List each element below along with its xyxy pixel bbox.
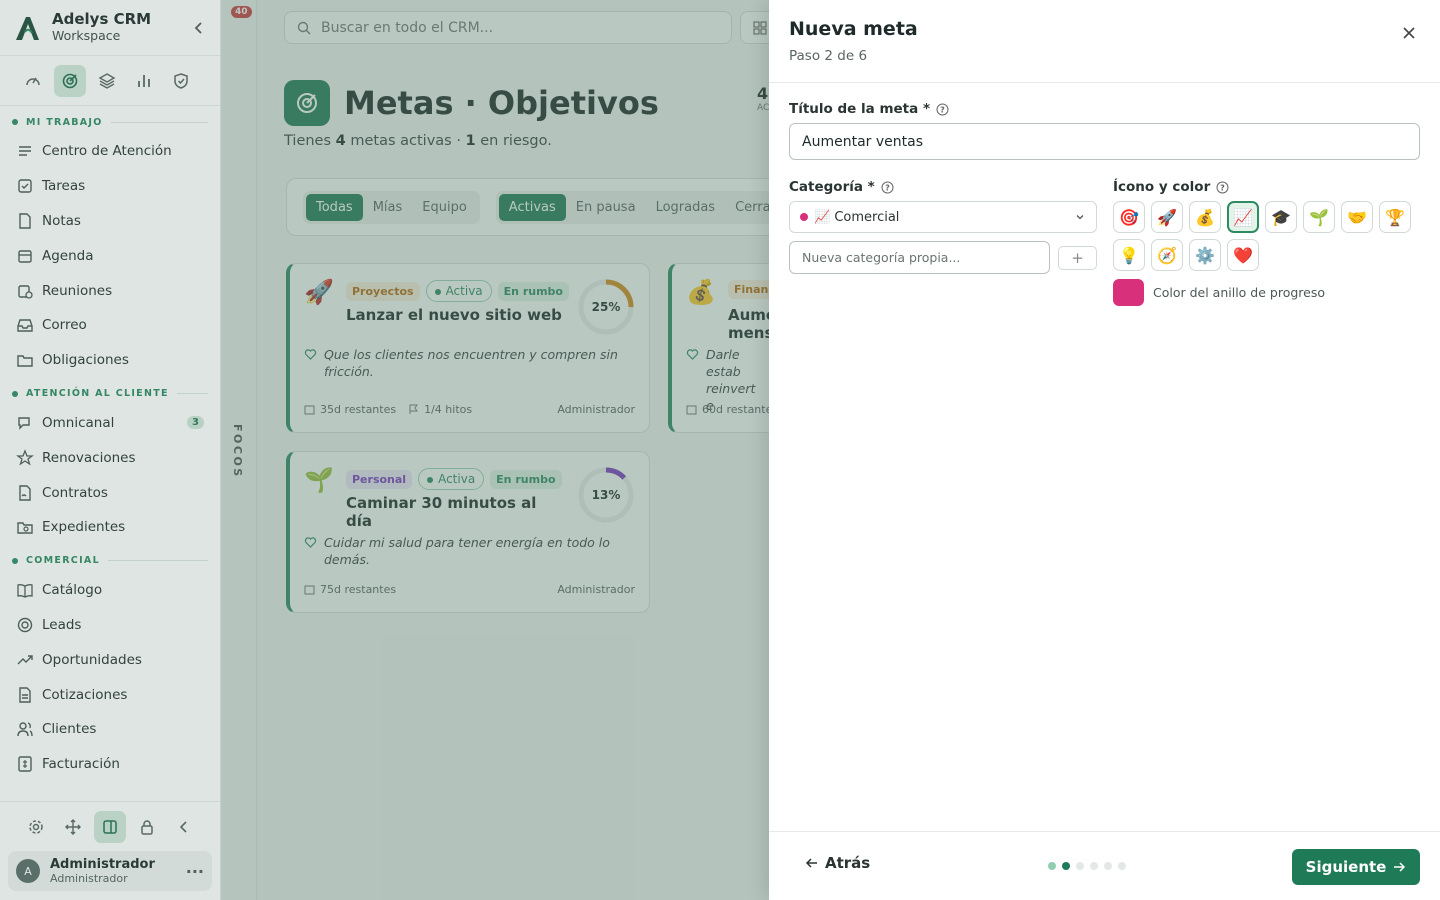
back-button[interactable]: Atrás	[805, 854, 870, 872]
modal-backdrop[interactable]	[0, 0, 221, 900]
step-dot	[1076, 862, 1084, 870]
category-select[interactable]: 📈 Comercial	[789, 201, 1097, 233]
svg-text:?: ?	[1220, 183, 1225, 192]
category-field-label: Categoría * ?	[789, 179, 894, 195]
step-indicator	[1048, 862, 1126, 870]
category-color-dot	[800, 213, 808, 221]
icon-option[interactable]: ❤️	[1227, 239, 1259, 271]
new-category-placeholder: Nueva categoría propia...	[802, 250, 961, 265]
label-text: Ícono y color	[1113, 179, 1211, 195]
svg-text:?: ?	[940, 105, 945, 114]
step-dot	[1048, 862, 1056, 870]
step-dot	[1104, 862, 1112, 870]
step-dot	[1090, 862, 1098, 870]
chevron-down-icon	[1076, 215, 1084, 220]
label-text: Categoría *	[789, 179, 875, 195]
icon-option[interactable]: 🎓	[1265, 201, 1297, 233]
icon-option[interactable]: 💡	[1113, 239, 1145, 271]
next-button[interactable]: Siguiente	[1292, 849, 1420, 885]
step-dot	[1118, 862, 1126, 870]
progress-color-picker: Color del anillo de progreso	[1113, 279, 1325, 306]
close-icon[interactable]	[1400, 24, 1418, 42]
panel-header: Nueva meta Paso 2 de 6	[769, 0, 1440, 83]
arrow-right-icon	[1394, 862, 1406, 872]
icon-option[interactable]: 🤝	[1341, 201, 1373, 233]
color-swatch[interactable]	[1113, 279, 1144, 306]
icon-option[interactable]: 🧭	[1151, 239, 1183, 271]
category-value: 📈 Comercial	[814, 209, 900, 225]
new-goal-panel: Nueva meta Paso 2 de 6 Título de la meta…	[769, 0, 1440, 900]
help-icon[interactable]: ?	[1216, 181, 1229, 194]
step-dot	[1062, 862, 1070, 870]
svg-text:?: ?	[885, 183, 890, 192]
add-category-button[interactable]: +	[1058, 246, 1097, 270]
goal-title-input[interactable]: Aumentar ventas	[789, 123, 1420, 160]
icon-picker: 🎯 🚀 💰 📈 🎓 🌱 🤝 🏆 💡 🧭 ⚙️ ❤️	[1113, 201, 1413, 271]
help-icon[interactable]: ?	[881, 181, 894, 194]
icon-option[interactable]: 🏆	[1379, 201, 1411, 233]
icon-option[interactable]: 📈	[1227, 201, 1259, 233]
icon-option[interactable]: 💰	[1189, 201, 1221, 233]
modal-backdrop[interactable]	[221, 0, 769, 900]
panel-step: Paso 2 de 6	[789, 48, 868, 64]
help-icon[interactable]: ?	[936, 103, 949, 116]
back-label: Atrás	[825, 854, 871, 872]
new-category-input[interactable]: Nueva categoría propia...	[789, 241, 1050, 274]
panel-title: Nueva meta	[789, 18, 918, 40]
icon-option[interactable]: 🌱	[1303, 201, 1335, 233]
icon-color-label: Ícono y color ?	[1113, 179, 1229, 195]
icon-option[interactable]: 🎯	[1113, 201, 1145, 233]
next-label: Siguiente	[1305, 858, 1387, 876]
color-label: Color del anillo de progreso	[1153, 285, 1325, 300]
icon-option[interactable]: ⚙️	[1189, 239, 1221, 271]
title-field-label: Título de la meta * ?	[789, 101, 949, 117]
arrow-left-icon	[805, 858, 817, 868]
panel-footer: Atrás Siguiente	[769, 831, 1440, 900]
title-value: Aumentar ventas	[802, 133, 923, 150]
icon-option[interactable]: 🚀	[1151, 201, 1183, 233]
label-text: Título de la meta *	[789, 101, 931, 117]
